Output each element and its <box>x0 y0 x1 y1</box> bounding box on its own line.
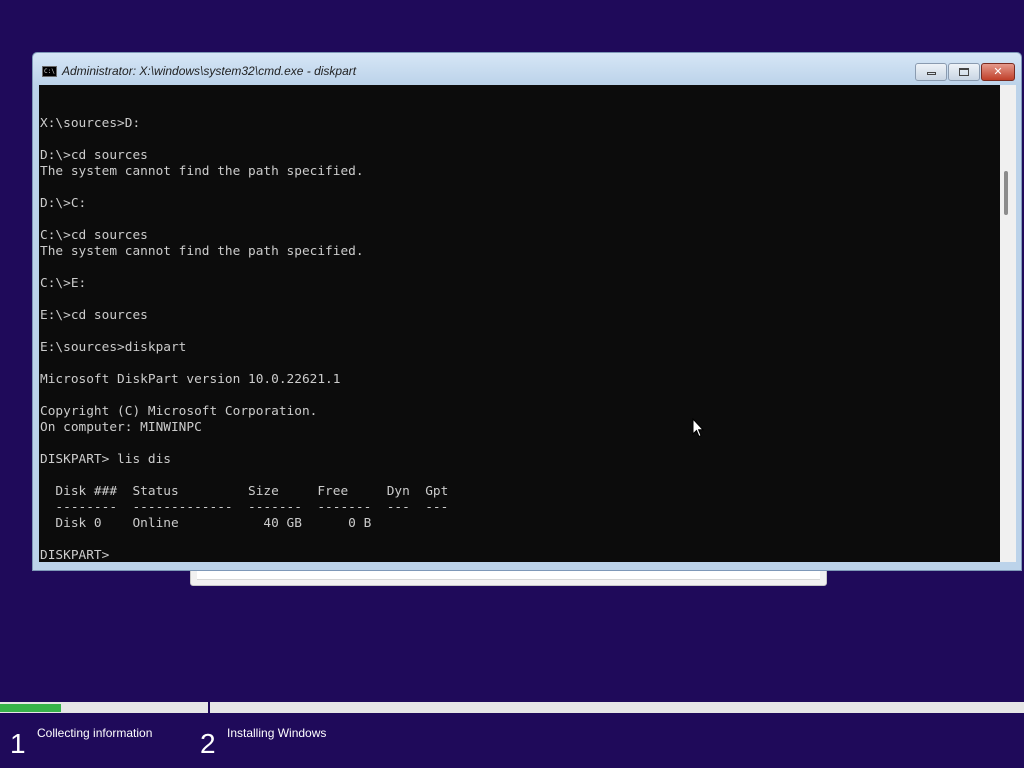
console-line: The system cannot find the path specifie… <box>40 244 364 259</box>
scroll-thumb[interactable] <box>1004 171 1008 215</box>
cmd-window[interactable]: C:\ Administrator: X:\windows\system32\c… <box>32 52 1022 571</box>
console-lines: X:\sources>D: D:\>cd sources The system ca… <box>40 116 448 564</box>
step-number: 2 <box>200 728 216 759</box>
console-line: E:\sources>diskpart <box>40 340 187 355</box>
minimize-button[interactable] <box>915 63 947 81</box>
console-line: Copyright (C) Microsoft Corporation. <box>40 404 318 419</box>
mouse-cursor-icon <box>692 418 704 438</box>
step-label: Collecting information <box>37 726 153 740</box>
console-scrollbar[interactable] <box>1000 85 1016 564</box>
console-line: D:\>C: <box>40 196 87 211</box>
console-line: DISKPART> lis dis <box>40 452 171 467</box>
window-bottom-edge <box>33 562 1021 570</box>
progress-fill <box>0 704 62 712</box>
console-line: X:\sources>D: <box>40 116 141 131</box>
console-line: Microsoft DiskPart version 10.0.22621.1 <box>40 372 341 387</box>
step-number: 1 <box>10 728 26 759</box>
console-line: Disk 0 Online 40 GB 0 B <box>40 516 372 531</box>
console-line: C:\>E: <box>40 276 87 291</box>
step-label: Installing Windows <box>227 726 327 740</box>
close-icon: ✕ <box>993 65 1003 78</box>
maximize-button[interactable] <box>948 63 980 81</box>
setup-progress-bar <box>0 702 1024 713</box>
console-line: C:\>cd sources <box>40 228 148 243</box>
window-titlebar[interactable]: C:\ Administrator: X:\windows\system32\c… <box>33 53 1021 85</box>
console-line: E:\>cd sources <box>40 308 148 323</box>
minimize-icon <box>926 72 936 75</box>
close-button[interactable]: ✕ <box>981 63 1015 81</box>
console-line: On computer: MINWINPC <box>40 420 202 435</box>
console-line: The system cannot find the path specifie… <box>40 164 364 179</box>
console-line: D:\>cd sources <box>40 148 148 163</box>
cmd-icon: C:\ <box>42 66 57 77</box>
console-line: Disk ### Status Size Free Dyn Gpt <box>40 484 449 499</box>
progress-step-divider <box>208 702 210 713</box>
maximize-icon <box>959 68 969 76</box>
console-line: -------- ------------- ------- ------- -… <box>40 500 449 515</box>
console-output[interactable]: X:\sources>D: D:\>cd sources The system ca… <box>39 85 1000 564</box>
window-title: Administrator: X:\windows\system32\cmd.e… <box>62 64 357 78</box>
